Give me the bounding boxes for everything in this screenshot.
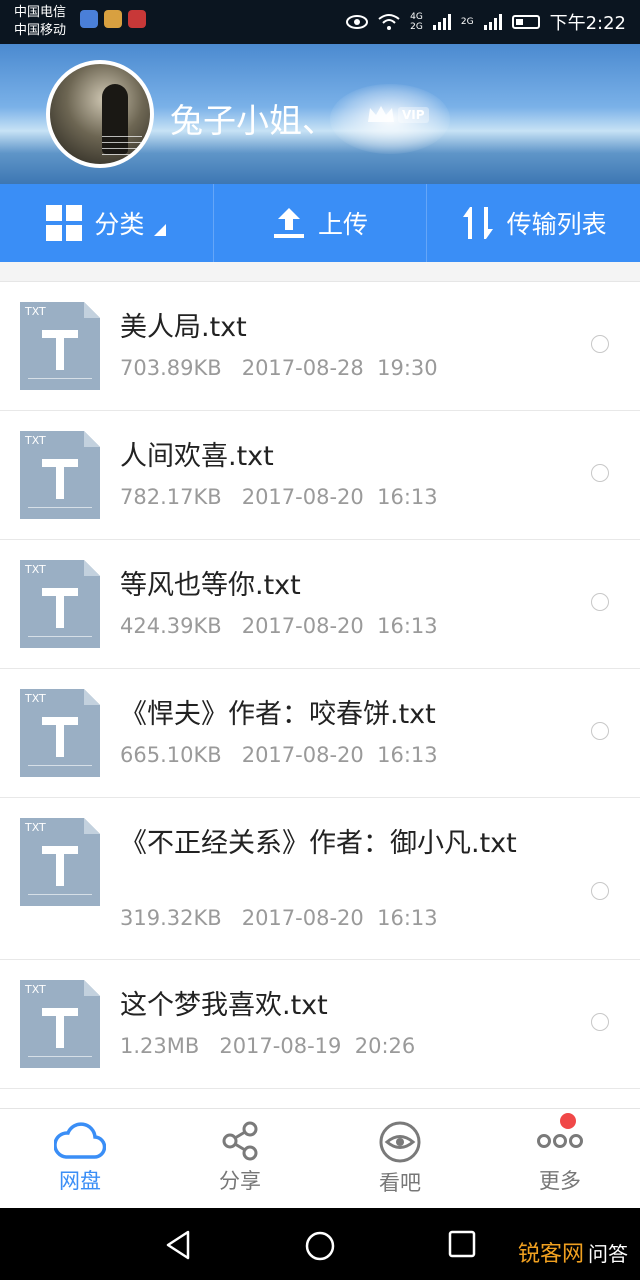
action-toolbar: 分类 上传 传输列表: [0, 184, 640, 262]
battery-icon: [511, 15, 540, 29]
upload-icon: [274, 208, 304, 238]
eye-comfort-icon: [346, 15, 369, 29]
more-icon: [537, 1134, 583, 1148]
select-radio[interactable]: [591, 1013, 609, 1031]
file-name: 等风也等你.txt: [120, 570, 301, 601]
signal-2-icon: 2G: [460, 17, 474, 27]
dropdown-triangle-icon: [154, 224, 167, 236]
separator-band: [0, 262, 640, 282]
svg-text:TXT: TXT: [24, 692, 46, 705]
file-meta: 1.23MB 2017-08-19 20:26: [120, 1034, 416, 1058]
select-radio[interactable]: [591, 722, 609, 740]
vip-badge[interactable]: VIP: [366, 104, 429, 126]
file-name: 美人局.txt: [120, 312, 247, 343]
gallery-notification-icon: [104, 10, 122, 28]
recents-icon[interactable]: [448, 1230, 476, 1258]
txt-file-icon: TXT: [20, 689, 100, 777]
category-label: 分类: [94, 210, 145, 239]
vip-label: VIP: [398, 107, 429, 123]
grid-icon: [46, 205, 83, 241]
file-name: 这个梦我喜欢.txt: [120, 990, 328, 1021]
file-meta: 319.32KB 2017-08-20 16:13: [120, 906, 438, 930]
upload-button[interactable]: 上传: [214, 184, 428, 262]
file-meta: 665.10KB 2017-08-20 16:13: [120, 743, 438, 767]
system-nav-bar: 锐客网 问答: [0, 1208, 640, 1280]
eye-icon: [379, 1121, 421, 1163]
profile-header: 兔子小姐、 VIP: [0, 44, 640, 184]
watermark-text-a: 锐客网: [517, 1242, 584, 1267]
carrier-1: 中国电信: [14, 5, 67, 20]
svg-text:TXT: TXT: [24, 563, 46, 576]
category-button[interactable]: 分类: [0, 184, 214, 262]
signal-bars-2-icon: [483, 14, 502, 30]
svg-text:TXT: TXT: [24, 434, 46, 447]
back-icon[interactable]: [164, 1230, 192, 1260]
select-radio[interactable]: [591, 882, 609, 900]
home-icon[interactable]: [304, 1230, 336, 1262]
file-name: 人间欢喜.txt: [120, 441, 274, 472]
nav-share-label: 分享: [219, 1169, 261, 1193]
select-radio[interactable]: [591, 464, 609, 482]
signal-1-icon: 4G 2G: [410, 12, 423, 32]
svg-text:TXT: TXT: [24, 305, 46, 318]
upload-label: 上传: [318, 210, 369, 239]
baidu-netdisk-notification-icon: [80, 10, 98, 28]
file-row-partial[interactable]: [0, 1089, 640, 1108]
carrier-2: 中国移动: [14, 23, 67, 38]
nav-netdisk-label: 网盘: [59, 1169, 101, 1193]
transfer-list-button[interactable]: 传输列表: [427, 184, 640, 262]
watermark-text-b: 问答: [588, 1241, 628, 1266]
txt-file-icon: TXT: [20, 560, 100, 648]
file-name: 《不正经关系》作者：御小凡.txt: [120, 828, 517, 859]
file-name: 《悍夫》作者：咬春饼.txt: [120, 699, 436, 730]
notification-icons: [80, 10, 146, 28]
file-meta: 424.39KB 2017-08-20 16:13: [120, 614, 438, 638]
file-row[interactable]: TXT 美人局.txt 703.89KB 2017-08-28 19:30: [0, 282, 640, 411]
txt-file-icon: TXT: [20, 818, 100, 906]
signal-bars-1-icon: [432, 14, 451, 30]
wifi-icon: [378, 14, 400, 30]
file-list: TXT 美人局.txt 703.89KB 2017-08-28 19:30 TX…: [0, 282, 640, 1108]
select-radio[interactable]: [591, 593, 609, 611]
crown-icon: [368, 106, 394, 122]
cloud-icon: [54, 1122, 106, 1159]
file-row[interactable]: TXT 《不正经关系》作者：御小凡.txt 319.32KB 2017-08-2…: [0, 798, 640, 960]
transfer-arrows-icon: [462, 207, 493, 239]
file-meta: 703.89KB 2017-08-28 19:30: [120, 356, 438, 380]
watermark: 锐客网 问答: [518, 1236, 628, 1268]
txt-file-icon: TXT: [20, 302, 100, 390]
status-bar: 中国电信 中国移动 4G 2G 2G 下午2:22: [0, 0, 640, 44]
svg-text:TXT: TXT: [24, 983, 46, 996]
nav-netdisk[interactable]: 网盘: [0, 1109, 160, 1208]
nav-share[interactable]: 分享: [160, 1109, 320, 1208]
nav-watch[interactable]: 看吧: [320, 1109, 480, 1208]
txt-file-icon: TXT: [20, 980, 100, 1068]
clock: 下午2:22: [549, 13, 626, 34]
select-radio[interactable]: [591, 335, 609, 353]
txt-file-icon: TXT: [20, 431, 100, 519]
transfer-list-label: 传输列表: [506, 210, 607, 239]
nav-more-label: 更多: [539, 1169, 581, 1193]
nav-watch-label: 看吧: [379, 1171, 421, 1195]
app-notification-icon: [128, 10, 146, 28]
svg-text:TXT: TXT: [24, 821, 46, 834]
file-row[interactable]: TXT 等风也等你.txt 424.39KB 2017-08-20 16:13: [0, 540, 640, 669]
status-right: 4G 2G 2G 下午2:22: [346, 9, 626, 35]
file-row[interactable]: TXT 这个梦我喜欢.txt 1.23MB 2017-08-19 20:26: [0, 960, 640, 1089]
file-meta: 782.17KB 2017-08-20 16:13: [120, 485, 438, 509]
nav-more[interactable]: 更多: [480, 1109, 640, 1208]
file-row[interactable]: TXT 人间欢喜.txt 782.17KB 2017-08-20 16:13: [0, 411, 640, 540]
avatar[interactable]: [46, 60, 154, 168]
username[interactable]: 兔子小姐、: [170, 94, 335, 142]
bottom-nav: 网盘 分享 看吧 更多: [0, 1108, 640, 1208]
notification-badge: [560, 1113, 576, 1129]
share-icon: [222, 1121, 258, 1161]
file-row[interactable]: TXT 《悍夫》作者：咬春饼.txt 665.10KB 2017-08-20 1…: [0, 669, 640, 798]
carrier-info: 中国电信 中国移动: [14, 4, 66, 40]
